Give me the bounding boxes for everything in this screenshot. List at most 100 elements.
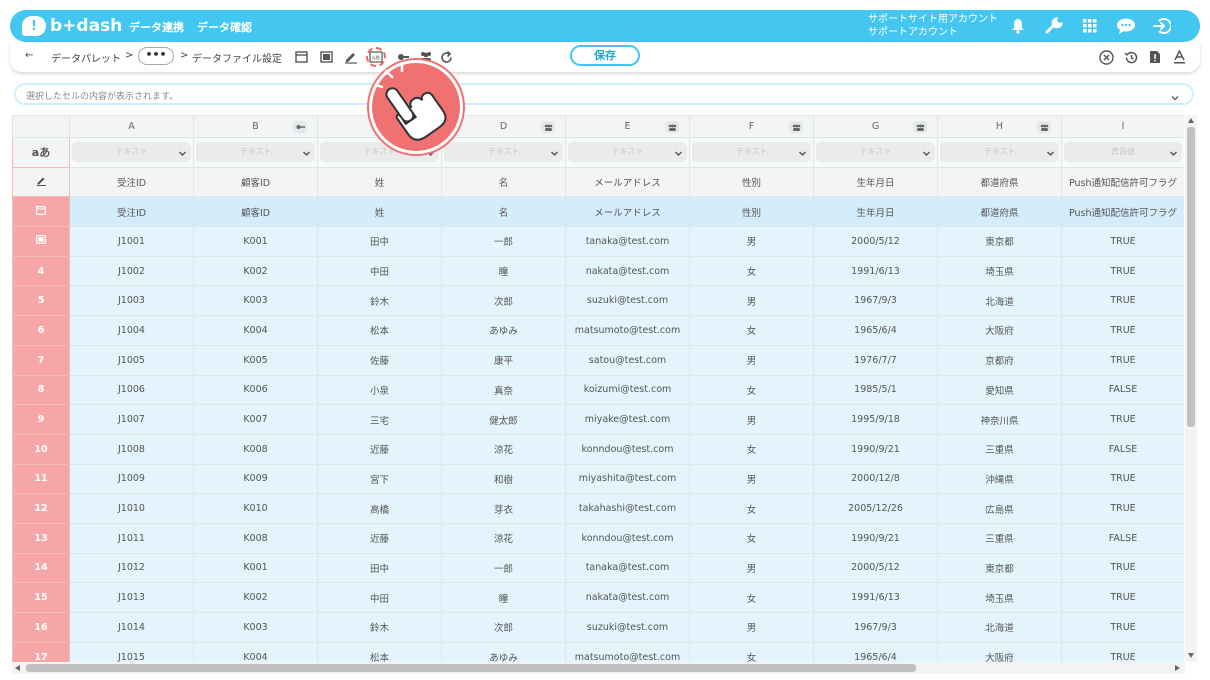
logo[interactable]: ! b+dash (22, 14, 122, 38)
type-select[interactable]: テキスト (568, 142, 687, 163)
vertical-scrollbar[interactable] (1185, 115, 1197, 662)
table-cell[interactable]: TRUE (1061, 463, 1184, 495)
table-cell[interactable]: 涼花 (441, 433, 566, 465)
table-cell[interactable]: 一郎 (441, 226, 566, 257)
table-cell[interactable]: 1991/6/13 (813, 582, 938, 613)
description-cell[interactable]: 姓 (317, 166, 442, 198)
table-cell[interactable]: K002 (193, 582, 318, 613)
table-cell[interactable]: 和樹 (441, 463, 566, 495)
table-cell[interactable]: 松本 (317, 641, 442, 662)
type-select[interactable]: テキスト (816, 142, 935, 163)
column-header-e[interactable]: E (565, 115, 690, 138)
column-header-g[interactable]: G (813, 115, 938, 138)
table-cell[interactable]: 2005/12/26 (813, 493, 938, 524)
table-cell[interactable]: 次郎 (441, 285, 566, 317)
table-cell[interactable]: 瞳 (441, 255, 566, 287)
row-number[interactable]: 5 (12, 285, 70, 317)
table-cell[interactable]: 2000/5/12 (813, 226, 938, 257)
table-cell[interactable]: K009 (193, 463, 318, 495)
row-number[interactable]: 8 (12, 374, 70, 406)
column-header-i[interactable]: I (1061, 115, 1184, 138)
horizontal-scrollbar[interactable] (12, 662, 1185, 674)
table-cell[interactable]: tanaka@test.com (565, 552, 690, 584)
row-number[interactable]: 6 (12, 315, 70, 346)
table-cell[interactable]: 中田 (317, 255, 442, 287)
breadcrumb-root[interactable]: データパレット (51, 50, 121, 65)
table-cell[interactable]: K004 (193, 315, 318, 346)
table-cell[interactable]: nakata@test.com (565, 255, 690, 287)
description-cell[interactable]: 生年月日 (813, 166, 938, 198)
file-alert-icon[interactable] (1147, 49, 1163, 65)
table-cell[interactable]: J1010 (69, 493, 194, 524)
table-cell[interactable]: suzuki@test.com (565, 285, 690, 317)
table-cell[interactable]: 三宅 (317, 404, 442, 435)
vertical-scroll-thumb[interactable] (1187, 127, 1195, 427)
row-number[interactable]: 7 (12, 344, 70, 376)
table-cell[interactable]: takahashi@test.com (565, 493, 690, 524)
cell-content-bar[interactable]: 選択したセルの内容が表示されます。 (14, 83, 1194, 105)
table-cell[interactable]: matsumoto@test.com (565, 641, 690, 662)
table-cell[interactable]: J1001 (69, 226, 194, 257)
table-cell[interactable]: 近藤 (317, 522, 442, 554)
table-cell[interactable]: J1004 (69, 315, 194, 346)
description-cell[interactable]: 顧客ID (193, 166, 318, 198)
nav-data-check[interactable]: データ確認 (197, 19, 252, 35)
table-cell[interactable]: 女 (689, 433, 814, 465)
table-cell[interactable]: 1991/6/13 (813, 255, 938, 287)
table-cell[interactable]: FALSE (1061, 433, 1184, 465)
table-cell[interactable]: K007 (193, 404, 318, 435)
table-cell[interactable]: TRUE (1061, 285, 1184, 317)
table-cell[interactable]: 男 (689, 285, 814, 317)
window-icon[interactable] (293, 49, 309, 65)
nav-data-integration[interactable]: データ連携 (129, 19, 184, 35)
table-cell[interactable]: J1015 (69, 641, 194, 662)
chevron-down-icon[interactable] (1170, 88, 1180, 107)
type-select[interactable]: テキスト (940, 142, 1059, 163)
table-cell[interactable]: 1995/9/18 (813, 404, 938, 435)
table-cell[interactable]: 1965/6/4 (813, 641, 938, 662)
table-cell[interactable]: TRUE (1061, 582, 1184, 613)
table-cell[interactable]: 1985/5/1 (813, 374, 938, 406)
row-number[interactable]: 10 (12, 433, 70, 465)
table-cell[interactable]: 近藤 (317, 433, 442, 465)
table-cell[interactable]: 男 (689, 552, 814, 584)
table-cell[interactable]: 1967/9/3 (813, 285, 938, 317)
row-number[interactable]: 9 (12, 404, 70, 435)
table-cell[interactable]: 女 (689, 315, 814, 346)
wrench-icon[interactable] (1044, 16, 1064, 36)
table-cell[interactable]: koizumi@test.com (565, 374, 690, 406)
table-cell[interactable]: J1002 (69, 255, 194, 287)
back-arrow-icon[interactable]: ← (25, 50, 33, 61)
table-cell[interactable]: 中田 (317, 582, 442, 613)
table-cell[interactable]: matsumoto@test.com (565, 315, 690, 346)
description-cell[interactable]: 都道府県 (937, 166, 1062, 198)
table-cell[interactable]: J1014 (69, 612, 194, 643)
row-number[interactable]: 11 (12, 463, 70, 495)
table-cell[interactable]: K002 (193, 255, 318, 287)
table-cell[interactable]: 男 (689, 463, 814, 495)
description-cell[interactable]: 受注ID (69, 166, 194, 198)
account-info[interactable]: サポートサイト用アカウント サポートアカウント (868, 13, 998, 39)
grid-corner[interactable] (12, 115, 70, 138)
type-select[interactable]: テキスト (196, 142, 315, 163)
table-cell[interactable]: J1013 (69, 582, 194, 613)
table-cell[interactable]: 女 (689, 255, 814, 287)
table-cell[interactable]: 芽衣 (441, 493, 566, 524)
table-cell[interactable]: 男 (689, 612, 814, 643)
table-cell[interactable]: J1008 (69, 433, 194, 465)
table-cell[interactable]: TRUE (1061, 255, 1184, 287)
table-cell[interactable]: FALSE (1061, 374, 1184, 406)
table-cell[interactable]: 沖縄県 (937, 463, 1062, 495)
table-cell[interactable]: 京都府 (937, 344, 1062, 376)
table-cell[interactable]: K010 (193, 493, 318, 524)
row-number[interactable]: 14 (12, 552, 70, 584)
table-cell[interactable]: 1976/7/7 (813, 344, 938, 376)
history-icon[interactable] (1123, 49, 1139, 65)
grid-icon[interactable] (1080, 16, 1100, 36)
description-cell[interactable]: Push通知配信許可フラグ (1061, 166, 1184, 198)
table-cell[interactable]: konndou@test.com (565, 522, 690, 554)
table-cell[interactable]: TRUE (1061, 552, 1184, 584)
table-cell[interactable]: 男 (689, 404, 814, 435)
chat-icon[interactable] (1116, 16, 1136, 36)
description-cell[interactable]: 名 (441, 166, 566, 198)
